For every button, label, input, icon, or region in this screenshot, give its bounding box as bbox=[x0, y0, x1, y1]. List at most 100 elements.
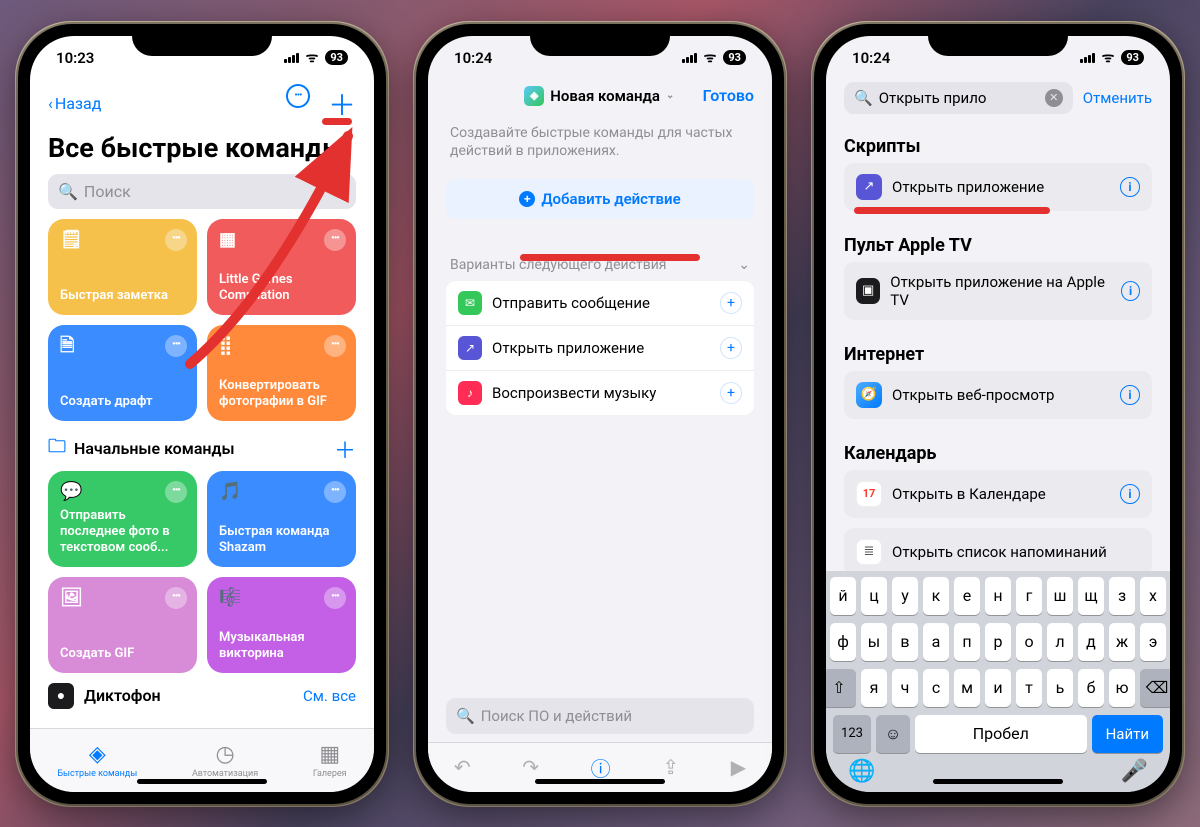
add-icon[interactable]: + bbox=[720, 382, 742, 404]
shortcut-tile[interactable]: 💬•••Отправить последнее фото в текстовом… bbox=[48, 471, 197, 567]
tile-more-icon[interactable]: ••• bbox=[324, 335, 346, 357]
home-indicator bbox=[137, 779, 267, 784]
key-э[interactable]: э bbox=[1140, 623, 1166, 661]
key-п[interactable]: п bbox=[954, 623, 980, 661]
tile-more-icon[interactable]: ••• bbox=[165, 335, 187, 357]
shortcut-tile[interactable]: 🎵•••Быстрая команда Shazam bbox=[207, 471, 356, 567]
key-з[interactable]: з bbox=[1109, 577, 1135, 615]
shift-key[interactable]: ⇧ bbox=[826, 669, 856, 707]
key-л[interactable]: л bbox=[1047, 623, 1073, 661]
key-е[interactable]: е bbox=[954, 577, 980, 615]
tile-more-icon[interactable]: ••• bbox=[324, 229, 346, 251]
key-с[interactable]: с bbox=[923, 669, 949, 707]
cancel-button[interactable]: Отменить bbox=[1083, 89, 1152, 107]
result-calendar[interactable]: 17 Открыть в Календаре i bbox=[844, 470, 1152, 518]
info-button[interactable]: i bbox=[1120, 177, 1140, 197]
key-ы[interactable]: ы bbox=[861, 623, 887, 661]
key-у[interactable]: у bbox=[892, 577, 918, 615]
info-button[interactable]: i bbox=[1120, 484, 1140, 504]
tile-more-icon[interactable]: ••• bbox=[165, 481, 187, 503]
suggestion-row[interactable]: ✉Отправить сообщение+ bbox=[446, 281, 754, 326]
chevron-left-icon: ‹ bbox=[48, 94, 53, 113]
shortcut-tile[interactable]: 🗎•••Создать драфт bbox=[48, 325, 197, 421]
tab-gallery[interactable]: ▦Галерея bbox=[313, 742, 347, 779]
tile-more-icon[interactable]: ••• bbox=[324, 481, 346, 503]
search-actions-input[interactable]: 🔍 Поиск ПО и действий bbox=[446, 698, 754, 734]
key-т[interactable]: т bbox=[1016, 669, 1042, 707]
chevron-down-icon[interactable]: ⌄ bbox=[738, 257, 750, 273]
search-icon: 🔍 bbox=[456, 707, 475, 725]
add-action-button[interactable]: + Добавить действие bbox=[446, 179, 754, 219]
add-icon[interactable]: + bbox=[720, 292, 742, 314]
backspace-key[interactable]: ⌫ bbox=[1140, 669, 1170, 707]
tile-more-icon[interactable]: ••• bbox=[324, 587, 346, 609]
search-icon: 🔍 bbox=[58, 182, 78, 201]
shortcut-tile[interactable]: 🖼•••Создать GIF bbox=[48, 577, 197, 673]
shortcut-tile[interactable]: 🗒•••Быстрая заметка bbox=[48, 219, 197, 315]
key-ч[interactable]: ч bbox=[892, 669, 918, 707]
find-key[interactable]: Найти bbox=[1092, 715, 1163, 753]
done-button[interactable]: Готово bbox=[703, 86, 754, 105]
shortcut-tile[interactable]: ⣿•••Конвертировать фотографии в GIF bbox=[207, 325, 356, 421]
share-button[interactable]: ⇪ bbox=[662, 755, 679, 779]
key-ц[interactable]: ц bbox=[861, 577, 887, 615]
key-и[interactable]: и bbox=[985, 669, 1011, 707]
search-query: Открыть прило bbox=[879, 89, 987, 107]
clear-button[interactable]: ✕ bbox=[1045, 89, 1063, 107]
grid-icon: ▦ bbox=[319, 742, 340, 767]
key-к[interactable]: к bbox=[923, 577, 949, 615]
key-ь[interactable]: ь bbox=[1047, 669, 1073, 707]
key-й[interactable]: й bbox=[830, 577, 856, 615]
phone-2: 10:24 ᯤ 93 ◈ Новая команда ⌄ Готово Созд… bbox=[416, 24, 784, 804]
tile-more-icon[interactable]: ••• bbox=[165, 587, 187, 609]
more-button[interactable]: ••• bbox=[286, 84, 310, 108]
key-х[interactable]: х bbox=[1140, 577, 1166, 615]
shortcut-tile[interactable]: 🎼•••Музыкальная викторина bbox=[207, 577, 356, 673]
key-р[interactable]: р bbox=[985, 623, 1011, 661]
annotation-underline bbox=[854, 207, 1050, 214]
search-input[interactable]: 🔍 Открыть прило ✕ bbox=[844, 82, 1073, 114]
globe-key[interactable]: 🌐 bbox=[848, 759, 875, 784]
back-button[interactable]: ‹ Назад bbox=[48, 94, 101, 113]
undo-button[interactable]: ↶ bbox=[454, 755, 471, 779]
info-button[interactable]: i bbox=[1121, 281, 1140, 301]
key-н[interactable]: н bbox=[985, 577, 1011, 615]
key-щ[interactable]: щ bbox=[1078, 577, 1104, 615]
info-button[interactable]: ⓘ bbox=[591, 753, 611, 782]
key-а[interactable]: а bbox=[923, 623, 949, 661]
result-apple-tv[interactable]: ▣ Открыть приложение на Apple TV i bbox=[844, 262, 1152, 320]
result-reminders[interactable]: ≣ Открыть список напоминаний bbox=[844, 528, 1152, 571]
tile-more-icon[interactable]: ••• bbox=[165, 229, 187, 251]
play-button[interactable]: ▶ bbox=[731, 755, 746, 779]
result-web[interactable]: 🧭 Открыть веб-просмотр i bbox=[844, 371, 1152, 419]
emoji-key[interactable]: ☺ bbox=[876, 715, 910, 753]
key-д[interactable]: д bbox=[1078, 623, 1104, 661]
key-ж[interactable]: ж bbox=[1109, 623, 1135, 661]
space-key[interactable]: Пробел bbox=[915, 715, 1087, 753]
key-ф[interactable]: ф bbox=[830, 623, 856, 661]
list-item-dictaphone[interactable]: ●Диктофон См. все bbox=[30, 673, 374, 719]
tab-shortcuts[interactable]: ◈Быстрые команды bbox=[57, 742, 137, 779]
key-ш[interactable]: ш bbox=[1047, 577, 1073, 615]
add-icon[interactable]: + bbox=[720, 337, 742, 359]
key-м[interactable]: м bbox=[954, 669, 980, 707]
shortcut-title[interactable]: ◈ Новая команда ⌄ bbox=[524, 86, 674, 106]
suggestion-row[interactable]: ↗Открыть приложение+ bbox=[446, 326, 754, 371]
numbers-key[interactable]: 123 bbox=[833, 715, 871, 753]
redo-button[interactable]: ↷ bbox=[522, 755, 539, 779]
key-я[interactable]: я bbox=[861, 669, 887, 707]
add-folder-button[interactable]: ＋ bbox=[334, 433, 356, 465]
info-button[interactable]: i bbox=[1120, 385, 1140, 405]
suggestion-row[interactable]: ♪Воспроизвести музыку+ bbox=[446, 371, 754, 415]
shortcut-tile[interactable]: ▦•••Little Games Compilation bbox=[207, 219, 356, 315]
mic-key[interactable]: 🎤 bbox=[1121, 759, 1148, 784]
key-г[interactable]: г bbox=[1016, 577, 1042, 615]
see-all-link[interactable]: См. все bbox=[303, 687, 356, 705]
key-о[interactable]: о bbox=[1016, 623, 1042, 661]
result-open-app[interactable]: ↗ Открыть приложение i bbox=[844, 163, 1152, 211]
key-в[interactable]: в bbox=[892, 623, 918, 661]
tab-automation[interactable]: ◷Автоматизация bbox=[192, 742, 258, 779]
search-input[interactable]: 🔍 Поиск bbox=[48, 174, 356, 209]
key-б[interactable]: б bbox=[1078, 669, 1104, 707]
key-ю[interactable]: ю bbox=[1109, 669, 1135, 707]
